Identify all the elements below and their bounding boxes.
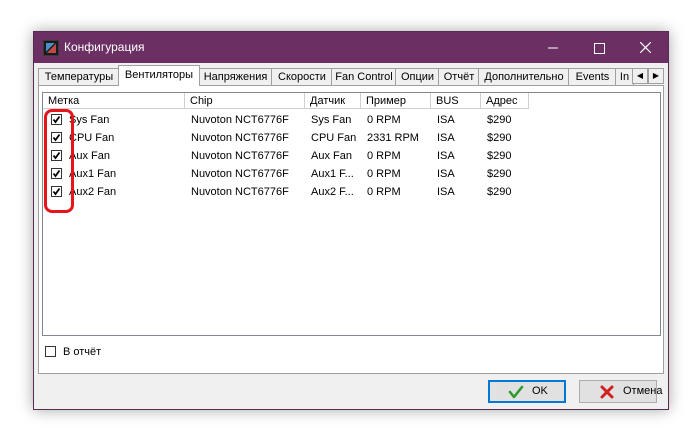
fan-list[interactable]: Метка Chip Датчик Пример BUS Адрес Sys F… — [42, 92, 661, 336]
row-chip: Nuvoton NCT6776F — [191, 186, 289, 198]
row-sensor: CPU Fan — [311, 132, 357, 144]
tab-report[interactable]: Отчёт — [438, 68, 480, 85]
column-header-sensor[interactable]: Датчик — [305, 93, 361, 109]
row-sensor: Aux2 F... — [311, 186, 354, 198]
minimize-button[interactable] — [530, 32, 576, 63]
row-sensor: Sys Fan — [311, 114, 352, 126]
row-chip: Nuvoton NCT6776F — [191, 150, 289, 162]
window-title: Конфигурация — [64, 40, 145, 54]
ok-button-label: OK — [532, 385, 548, 397]
tab-speeds[interactable]: Скорости — [271, 68, 333, 85]
tab-scroll-right-button[interactable]: ▶ — [648, 68, 664, 84]
column-header-label[interactable]: Метка — [43, 93, 185, 109]
row-label: CPU Fan — [69, 132, 115, 144]
tab-voltages[interactable]: Напряжения — [198, 68, 273, 85]
row-sample: 0 RPM — [367, 114, 401, 126]
tab-strip: Температуры Вентиляторы Напряжения Скоро… — [38, 65, 664, 86]
checkmark-icon — [508, 385, 524, 399]
row-address: $290 — [487, 132, 512, 144]
checkbox-highlight-annotation — [44, 109, 74, 213]
maximize-button[interactable] — [576, 32, 622, 63]
app-icon — [43, 40, 59, 56]
row-chip: Nuvoton NCT6776F — [191, 132, 289, 144]
column-header-chip[interactable]: Chip — [185, 93, 305, 109]
row-bus: ISA — [437, 132, 455, 144]
tab-advanced[interactable]: Дополнительно — [478, 68, 570, 85]
tab-temperatures[interactable]: Температуры — [38, 68, 120, 85]
row-chip: Nuvoton NCT6776F — [191, 114, 289, 126]
close-icon — [639, 41, 651, 54]
table-row[interactable]: CPU Fan Nuvoton NCT6776F CPU Fan 2331 RP… — [43, 129, 660, 147]
triangle-right-icon: ▶ — [652, 71, 660, 80]
row-sample: 2331 RPM — [367, 132, 419, 144]
column-header-address[interactable]: Адрес — [481, 93, 529, 109]
ok-button[interactable]: OK — [488, 380, 566, 403]
report-checkbox-label: В отчёт — [63, 346, 102, 358]
tab-scroll-left-button[interactable]: ◀ — [632, 68, 648, 84]
row-bus: ISA — [437, 186, 455, 198]
report-checkbox-box[interactable] — [45, 346, 56, 357]
table-row[interactable]: Aux Fan Nuvoton NCT6776F Aux Fan 0 RPM I… — [43, 147, 660, 165]
row-bus: ISA — [437, 150, 455, 162]
row-label: Aux2 Fan — [69, 186, 117, 198]
cancel-button[interactable]: Отмена — [579, 380, 662, 403]
row-sample: 0 RPM — [367, 186, 401, 198]
row-bus: ISA — [437, 168, 455, 180]
row-address: $290 — [487, 186, 512, 198]
table-row[interactable]: Aux2 Fan Nuvoton NCT6776F Aux2 F... 0 RP… — [43, 183, 660, 201]
row-chip: Nuvoton NCT6776F — [191, 168, 289, 180]
row-bus: ISA — [437, 114, 455, 126]
row-label: Aux Fan — [69, 150, 110, 162]
title-bar[interactable]: Конфигурация — [34, 32, 668, 63]
triangle-left-icon: ◀ — [636, 71, 644, 80]
tab-options[interactable]: Опции — [395, 68, 440, 85]
table-row[interactable]: Sys Fan Nuvoton NCT6776F Sys Fan 0 RPM I… — [43, 111, 660, 129]
config-window: Конфигурация Температуры Вентиляторы Нап… — [33, 31, 669, 410]
table-row[interactable]: Aux1 Fan Nuvoton NCT6776F Aux1 F... 0 RP… — [43, 165, 660, 183]
row-sensor: Aux1 F... — [311, 168, 354, 180]
fans-tab-panel: Метка Chip Датчик Пример BUS Адрес Sys F… — [38, 85, 664, 374]
cancel-button-label: Отмена — [623, 385, 663, 397]
tab-fan-control[interactable]: Fan Control — [331, 68, 397, 85]
row-address: $290 — [487, 168, 512, 180]
row-label: Sys Fan — [69, 114, 110, 126]
close-button[interactable] — [622, 32, 668, 63]
row-address: $290 — [487, 114, 512, 126]
row-sensor: Aux Fan — [311, 150, 352, 162]
row-address: $290 — [487, 150, 512, 162]
maximize-icon — [593, 42, 605, 54]
tab-fans[interactable]: Вентиляторы — [118, 65, 200, 86]
minimize-icon — [548, 47, 558, 49]
column-header-sample[interactable]: Пример — [361, 93, 431, 109]
tab-events[interactable]: Events — [568, 68, 617, 85]
row-sample: 0 RPM — [367, 150, 401, 162]
column-header-bus[interactable]: BUS — [431, 93, 481, 109]
row-sample: 0 RPM — [367, 168, 401, 180]
row-label: Aux1 Fan — [69, 168, 117, 180]
cross-icon — [600, 385, 614, 399]
